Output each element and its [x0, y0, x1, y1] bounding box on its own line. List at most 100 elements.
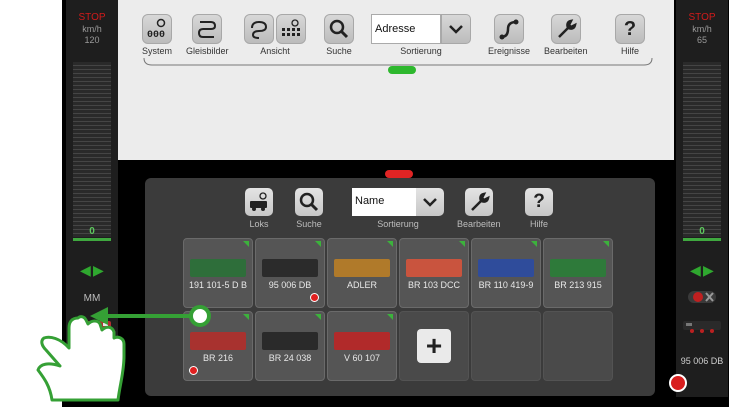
right-speed-slider[interactable]: [683, 62, 721, 237]
loco-suche-button[interactable]: Suche: [295, 188, 323, 229]
sort-label: Sortierung: [400, 46, 442, 56]
loks-button[interactable]: Loks: [245, 188, 273, 229]
loco-hilfe-icon-box: ?: [525, 188, 553, 216]
gleisbilder-button[interactable]: Gleisbilder: [186, 14, 229, 56]
loco-thumbnail: [190, 332, 246, 350]
active-marker: [459, 241, 465, 247]
ansicht-icons: [244, 14, 306, 44]
help-icon: ?: [533, 191, 545, 212]
loco-bearbeiten-label: Bearbeiten: [457, 219, 501, 229]
hilfe-icon-box: ?: [615, 14, 645, 44]
bearbeiten-button[interactable]: Bearbeiten: [544, 14, 588, 56]
loco-tile-br-103[interactable]: BR 103 DCC: [399, 238, 469, 308]
left-loco-image[interactable]: [72, 318, 112, 334]
loco-bearbeiten-button[interactable]: Bearbeiten: [457, 188, 501, 229]
left-direction-left-icon[interactable]: ◀: [80, 262, 91, 279]
loco-tile-adler[interactable]: ADLER: [327, 238, 397, 308]
loco-tile-v60[interactable]: V 60 107: [327, 311, 397, 381]
loco-tile-br-216[interactable]: BR 216: [183, 311, 253, 381]
left-stop-label[interactable]: STOP: [66, 12, 118, 23]
loco-sort-value[interactable]: Name: [352, 188, 416, 216]
right-current-speed: 0: [699, 226, 705, 237]
ansicht-button[interactable]: Ansicht: [244, 14, 306, 56]
loco-name: BR 24 038: [268, 353, 312, 363]
loco-thumbnail: [262, 332, 318, 350]
add-icon[interactable]: +: [417, 329, 451, 363]
active-marker: [243, 314, 249, 320]
loco-name: 191 101-5 D B: [188, 280, 248, 290]
right-db-icon[interactable]: [669, 374, 687, 392]
right-speed-indicator: [683, 238, 721, 241]
loks-label: Loks: [249, 219, 269, 229]
help-icon: ?: [623, 17, 637, 40]
loco-sort-dropdown[interactable]: Name Sortierung: [352, 188, 444, 229]
right-stop-label[interactable]: STOP: [676, 12, 728, 23]
left-current-speed: 0: [89, 226, 95, 237]
sort-toggle[interactable]: [441, 14, 471, 44]
system-button[interactable]: 000 System: [142, 14, 172, 56]
right-direction-right-icon[interactable]: ▶: [703, 262, 714, 279]
loco-sort-field[interactable]: Name: [352, 188, 444, 216]
loco-tile-br-213[interactable]: BR 213 915: [543, 238, 613, 308]
system-label: System: [142, 46, 173, 56]
chevron-down-icon: [423, 198, 437, 207]
right-direction-left-icon[interactable]: ◀: [690, 262, 701, 279]
right-speed-unit: km/h: [692, 24, 712, 34]
track-layout-icon: [198, 21, 217, 38]
sort-field[interactable]: Adresse: [371, 14, 471, 44]
loco-thumbnail: [262, 259, 318, 277]
top-panel-handle[interactable]: [388, 66, 416, 74]
loco-hilfe-button[interactable]: ? Hilfe: [525, 188, 553, 229]
in-use-indicator: [310, 293, 319, 302]
hilfe-button[interactable]: ? Hilfe: [615, 14, 645, 56]
active-marker: [531, 241, 537, 247]
loco-sort-toggle[interactable]: [416, 188, 444, 216]
grid-view-icon: [282, 19, 300, 36]
suche-icon-box: [324, 14, 354, 44]
loco-thumbnail: [550, 259, 606, 277]
loco-tile-95-006[interactable]: 95 006 DB: [255, 238, 325, 308]
loco-bearbeiten-icon-box: [464, 188, 493, 216]
left-speed-indicator: [73, 238, 111, 241]
in-use-indicator: [189, 366, 198, 375]
chevron-down-icon: [449, 25, 463, 34]
loco-name: BR 103 DCC: [407, 280, 461, 290]
system-icon: 000: [147, 18, 166, 40]
wrench-icon: [470, 192, 490, 211]
loco-suche-icon-box: [295, 188, 323, 216]
loco-thumbnail: [334, 332, 390, 350]
loco-name: V 60 107: [343, 353, 381, 363]
loco-name: BR 110 419-9: [478, 280, 534, 290]
gleisbilder-label: Gleisbilder: [186, 46, 229, 56]
search-icon: [299, 192, 319, 212]
top-panel: 000 System Gleisbilder Ansicht Suche Adr…: [118, 0, 674, 160]
right-loco-image[interactable]: [682, 318, 722, 334]
loco-hilfe-label: Hilfe: [529, 219, 548, 229]
left-db-icon[interactable]: [83, 374, 101, 392]
left-direction-right-icon[interactable]: ▶: [93, 262, 104, 279]
loco-tile-br-24[interactable]: BR 24 038: [255, 311, 325, 381]
active-marker: [315, 314, 321, 320]
suche-button[interactable]: Suche: [324, 14, 354, 56]
active-marker: [243, 241, 249, 247]
left-throttle[interactable]: STOP km/h 120 0 ◀ ▶ MM BR 216: [66, 0, 118, 397]
sort-value[interactable]: Adresse: [371, 14, 441, 44]
active-marker: [387, 241, 393, 247]
empty-slot: [471, 311, 541, 381]
loco-panel-handle[interactable]: [385, 170, 413, 178]
right-max-speed: 65: [696, 35, 707, 45]
left-speed-slider[interactable]: [73, 62, 111, 237]
loco-name: BR 213 915: [554, 280, 602, 290]
gleisbilder-icon-box: [192, 14, 223, 44]
loco-tile-191-101[interactable]: 191 101-5 D B: [183, 238, 253, 308]
suche-label: Suche: [326, 46, 352, 56]
loco-name: BR 216: [202, 353, 234, 363]
search-icon: [329, 19, 349, 39]
sort-dropdown[interactable]: Adresse Sortierung: [371, 14, 471, 56]
loco-thumbnail: [334, 259, 390, 277]
loco-tile-br-110[interactable]: BR 110 419-9: [471, 238, 541, 308]
ereignisse-button[interactable]: Ereignisse: [488, 14, 530, 56]
mfx-logo-icon: [688, 291, 716, 303]
add-loco-tile[interactable]: +: [399, 311, 469, 381]
right-throttle[interactable]: STOP km/h 65 0 ◀ ▶ 95 006 DB: [669, 0, 728, 397]
